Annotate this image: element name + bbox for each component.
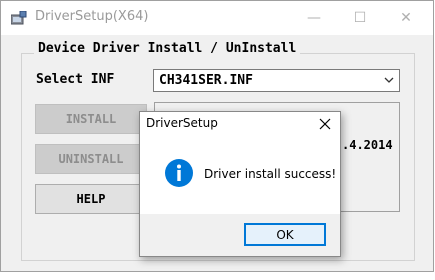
install-button-label: INSTALL xyxy=(65,112,117,126)
inf-select-dropdown[interactable]: CH341SER.INF xyxy=(153,69,400,92)
app-icon xyxy=(11,11,27,25)
driver-info-text: .4.2014 xyxy=(342,138,393,152)
dialog-title-bar[interactable]: DriverSetup xyxy=(140,112,340,136)
minimize-icon: — xyxy=(307,10,321,26)
minimize-button[interactable]: — xyxy=(291,1,337,35)
maximize-button[interactable]: ☐ xyxy=(337,1,383,35)
uninstall-button-label: UNINSTALL xyxy=(58,152,124,166)
group-title: Device Driver Install / UnInstall xyxy=(34,41,301,56)
dialog-body: Driver install success! xyxy=(140,136,340,214)
ok-button-label: OK xyxy=(276,227,294,242)
chevron-down-icon xyxy=(384,77,394,83)
message-dialog: DriverSetup Driver install success! OK xyxy=(139,111,341,257)
info-icon xyxy=(165,159,193,187)
close-button[interactable]: ✕ xyxy=(383,1,429,35)
uninstall-button[interactable]: UNINSTALL xyxy=(35,144,147,174)
help-button[interactable]: HELP xyxy=(35,184,147,214)
ok-button[interactable]: OK xyxy=(244,223,326,246)
dialog-footer: OK xyxy=(140,214,340,256)
dialog-close-icon[interactable] xyxy=(316,115,334,133)
dialog-title: DriverSetup xyxy=(146,116,218,130)
title-bar[interactable]: DriverSetup(X64) — ☐ ✕ xyxy=(1,1,433,35)
inf-select-value: CH341SER.INF xyxy=(159,73,253,88)
install-button[interactable]: INSTALL xyxy=(35,104,147,134)
select-inf-label: Select INF xyxy=(36,72,115,87)
close-icon: ✕ xyxy=(400,10,412,26)
dialog-message: Driver install success! xyxy=(204,167,337,181)
window-title: DriverSetup(X64) xyxy=(35,9,149,24)
maximize-icon: ☐ xyxy=(353,10,367,26)
help-button-label: HELP xyxy=(76,192,106,206)
